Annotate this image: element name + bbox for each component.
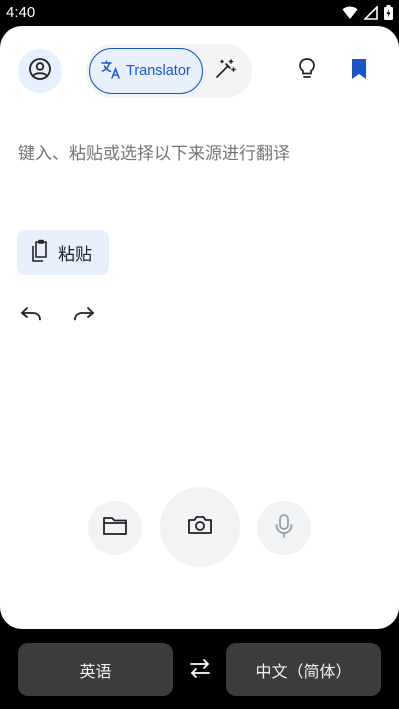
paste-label: 粘贴 xyxy=(58,245,92,265)
swap-icon xyxy=(188,656,212,684)
status-icons xyxy=(342,5,393,24)
translator-mode-chip[interactable]: Translator xyxy=(89,48,203,94)
camera-button[interactable] xyxy=(160,487,240,567)
signal-icon xyxy=(363,5,378,24)
translate-icon xyxy=(100,58,122,84)
paste-button[interactable]: 粘贴 xyxy=(17,230,109,275)
magic-mode-button[interactable] xyxy=(211,57,239,85)
microphone-icon xyxy=(273,513,295,543)
camera-icon xyxy=(187,514,213,540)
swap-languages-button[interactable] xyxy=(185,655,215,685)
undo-icon xyxy=(19,304,43,328)
redo-icon xyxy=(72,304,96,328)
bookmark-icon xyxy=(349,57,369,85)
microphone-button[interactable] xyxy=(257,501,311,555)
folder-icon xyxy=(102,515,128,541)
account-circle-icon xyxy=(28,57,52,85)
status-time: 4:40 xyxy=(6,4,36,21)
lightbulb-icon xyxy=(297,57,317,85)
account-button[interactable] xyxy=(18,49,62,93)
tips-button[interactable] xyxy=(292,56,322,86)
open-file-button[interactable] xyxy=(88,501,142,555)
battery-icon xyxy=(384,5,393,24)
saved-button[interactable] xyxy=(344,56,374,86)
magic-wand-icon xyxy=(214,58,236,84)
target-language-button[interactable]: 中文（简体） xyxy=(226,643,381,696)
translator-label: Translator xyxy=(126,63,191,79)
status-bar: 4:40 xyxy=(0,0,399,26)
clipboard-icon xyxy=(29,239,51,267)
translator-card: Translator 键入、粘贴或选择以下来源进行翻译 粘贴 xyxy=(0,26,399,629)
wifi-icon xyxy=(342,5,358,24)
source-language-button[interactable]: 英语 xyxy=(18,643,173,696)
redo-button[interactable] xyxy=(70,302,98,330)
source-text-input[interactable] xyxy=(18,144,378,164)
undo-button[interactable] xyxy=(17,302,45,330)
